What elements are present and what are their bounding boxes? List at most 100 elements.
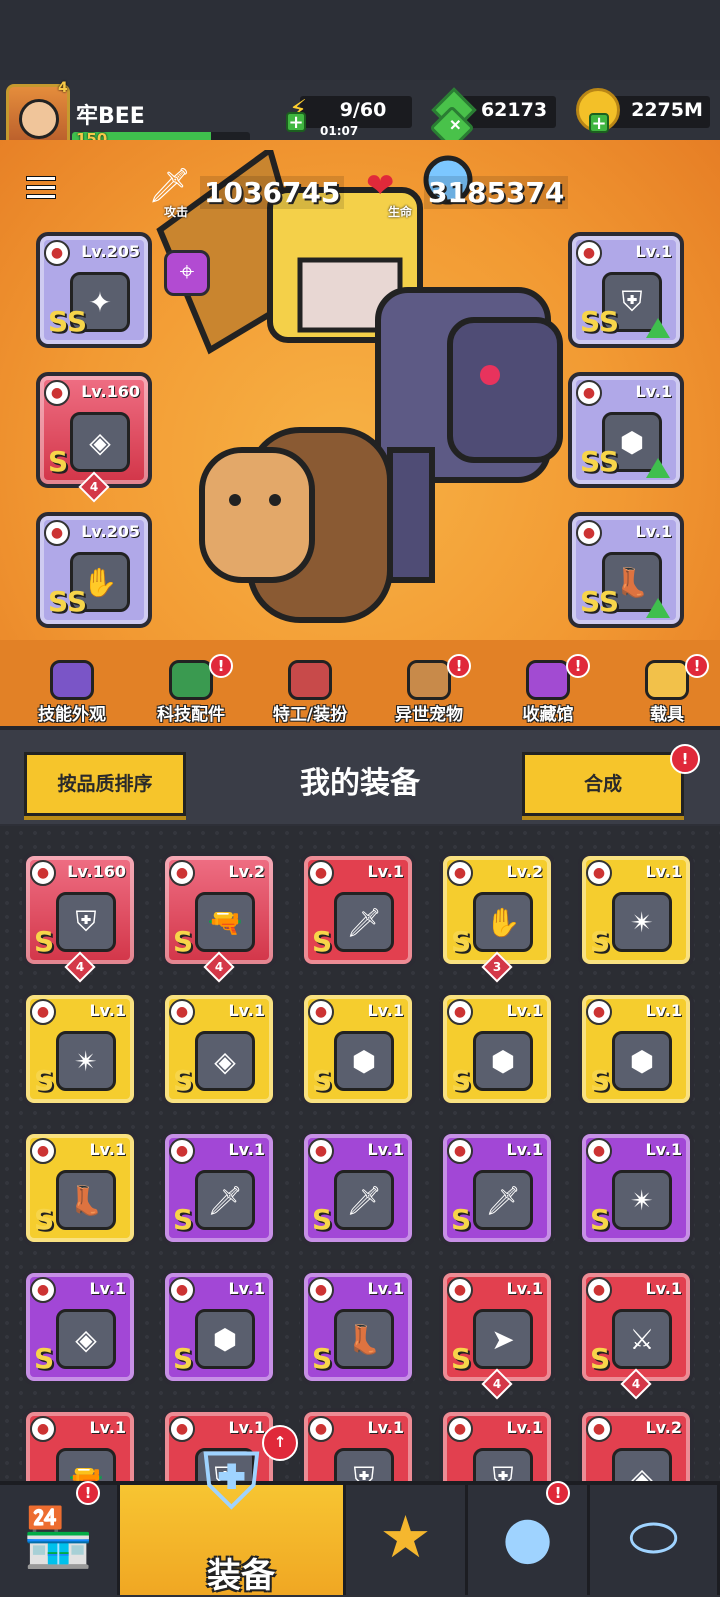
slot-type-icon: ● [308, 1416, 334, 1442]
bottom-tab-0[interactable]: 🏪! [0, 1481, 120, 1595]
inventory-item-17[interactable]: ● Lv.1 👢 S [300, 1269, 416, 1385]
sort-by-quality-button[interactable]: 按品质排序 [24, 752, 186, 816]
hero-nav-4[interactable]: 收藏馆! [488, 654, 608, 726]
player-name: 牢BEE [76, 104, 145, 129]
item-level: Lv.1 [645, 862, 682, 881]
agent-icon [288, 660, 332, 700]
battle-star-icon: ★ [379, 1503, 432, 1571]
hero-nav-2[interactable]: 特工/装扮 [250, 660, 370, 726]
inventory-item-19[interactable]: ● Lv.1 ⚔ S 4 [578, 1269, 694, 1400]
sword-icon: 🗡 [473, 1170, 533, 1230]
hero-nav-3[interactable]: 异世宠物! [369, 654, 489, 726]
item-level: Lv.2 [645, 1418, 682, 1437]
hero-nav-1[interactable]: 科技配件! [131, 654, 251, 726]
item-level: Lv.205 [81, 522, 140, 541]
inventory-item-11[interactable]: ● Lv.1 🗡 S [161, 1130, 277, 1246]
inventory-item-7[interactable]: ● Lv.1 ⬢ S [300, 991, 416, 1107]
crosshair-icon[interactable]: ⌖ [164, 250, 210, 296]
inventory-item-6[interactable]: ● Lv.1 ◈ S [161, 991, 277, 1107]
inventory-item-5[interactable]: ● Lv.1 ✴ S [22, 991, 138, 1107]
slot-type-icon: ● [308, 999, 334, 1025]
inventory-item-18[interactable]: ● Lv.1 ➤ S 4 [439, 1269, 555, 1400]
bottom-tab-3[interactable]: ●! [468, 1481, 590, 1595]
hero-nav-label: 载具 [650, 705, 684, 725]
equipped-slot-right-1[interactable]: ● Lv.1 ⬢ SS [568, 372, 684, 488]
health-label: 生命 [388, 205, 413, 219]
equipped-slot-left-0[interactable]: ● Lv.205 ✦ SS [36, 232, 152, 348]
hero-nav-5[interactable]: 载具! [607, 654, 720, 726]
spiked-blade-icon: ✴ [56, 1031, 116, 1091]
slot-type-icon: ● [30, 1138, 56, 1164]
horse-leg [387, 447, 435, 583]
item-tier: S [34, 1064, 55, 1097]
attack-value: 1036745 [200, 176, 345, 209]
sword-icon: 🗡 [195, 1170, 255, 1230]
menu-list-icon[interactable] [26, 176, 56, 202]
necklace-icon: ◈ [70, 412, 130, 472]
inventory-item-14[interactable]: ● Lv.1 ✴ S [578, 1130, 694, 1246]
energy-value: 9/60 [339, 99, 387, 121]
energy-bolt-icon: ⚡ + [276, 88, 320, 132]
inventory-item-2[interactable]: ● Lv.1 🗡 S [300, 852, 416, 968]
item-tier: S [312, 925, 333, 958]
slot-type-icon: ● [576, 240, 602, 266]
slot-type-icon: ● [30, 1416, 56, 1442]
slot-type-icon: ● [44, 520, 70, 546]
hero-nav-label: 特工/装扮 [272, 705, 348, 725]
hero-character[interactable] [150, 150, 570, 630]
coin-plus-button[interactable]: + [589, 113, 609, 133]
equipped-slot-right-2[interactable]: ● Lv.1 👢 SS [568, 512, 684, 628]
belt-icon: ⬢ [473, 1031, 533, 1091]
item-tier: SS [580, 305, 620, 338]
inventory-item-12[interactable]: ● Lv.1 🗡 S [300, 1130, 416, 1246]
bottom-tab-4[interactable]: ⬭ [590, 1485, 720, 1595]
inventory-item-15[interactable]: ● Lv.1 ◈ S [22, 1269, 138, 1385]
item-tier: S [34, 1342, 55, 1375]
inventory-item-9[interactable]: ● Lv.1 ⬢ S [578, 991, 694, 1107]
item-level: Lv.205 [81, 242, 140, 261]
item-level: Lv.1 [367, 1140, 404, 1159]
notification-badge: ! [546, 1481, 570, 1505]
inventory-item-4[interactable]: ● Lv.1 ✴ S [578, 852, 694, 968]
item-tier: S [173, 1342, 194, 1375]
notification-badge: ! [447, 654, 471, 678]
inventory-item-13[interactable]: ● Lv.1 🗡 S [439, 1130, 555, 1246]
horse-eye [480, 365, 500, 385]
item-level: Lv.1 [89, 1140, 126, 1159]
slot-type-icon: ● [586, 1416, 612, 1442]
equipped-slot-left-2[interactable]: ● Lv.205 ✋ SS [36, 512, 152, 628]
pet-squirrel [199, 447, 315, 583]
belt-icon: ⬢ [195, 1309, 255, 1369]
inventory-item-3[interactable]: ● Lv.2 ✋ S 3 [439, 852, 555, 983]
item-tier: S [590, 1342, 611, 1375]
bottom-tab-2[interactable]: ★ [346, 1485, 468, 1595]
slot-type-icon: ● [169, 860, 195, 886]
gem-value: 62173 [480, 99, 548, 121]
slot-type-icon: ● [44, 380, 70, 406]
item-tier: S [173, 1064, 194, 1097]
coin-icon: + [576, 88, 620, 133]
slot-type-icon: ● [576, 380, 602, 406]
energy-plus-button[interactable]: + [286, 112, 306, 132]
inventory-item-10[interactable]: ● Lv.1 👢 S [22, 1130, 138, 1246]
inventory-item-16[interactable]: ● Lv.1 ⬢ S [161, 1269, 277, 1385]
item-level: Lv.1 [228, 1279, 265, 1298]
slot-type-icon: ● [586, 1277, 612, 1303]
hero-nav-0[interactable]: 技能外观 [12, 660, 132, 726]
inventory-item-1[interactable]: ● Lv.2 🔫 S 4 [161, 852, 277, 983]
equipment-icon: ⛨ [202, 1437, 261, 1527]
notification-badge: ! [685, 654, 709, 678]
item-tier: SS [48, 305, 88, 338]
energy-timer: 01:07 [320, 124, 359, 138]
inventory-item-0[interactable]: ● Lv.160 ⛨ S 4 [22, 852, 138, 983]
slot-type-icon: ● [30, 999, 56, 1025]
armor-icon: ⛨ [56, 892, 116, 952]
inventory-item-8[interactable]: ● Lv.1 ⬢ S [439, 991, 555, 1107]
equipped-slot-right-0[interactable]: ● Lv.1 ⛨ SS [568, 232, 684, 348]
heart-stat-icon: ❤ [366, 166, 395, 206]
slot-type-icon: ● [169, 1277, 195, 1303]
equipped-slot-left-1[interactable]: ● Lv.160 ◈ S 4 [36, 372, 152, 503]
merge-button[interactable]: 合成 [522, 752, 684, 816]
tab-equipment-label: 装备 [207, 1556, 275, 1596]
item-level: Lv.1 [635, 242, 672, 261]
